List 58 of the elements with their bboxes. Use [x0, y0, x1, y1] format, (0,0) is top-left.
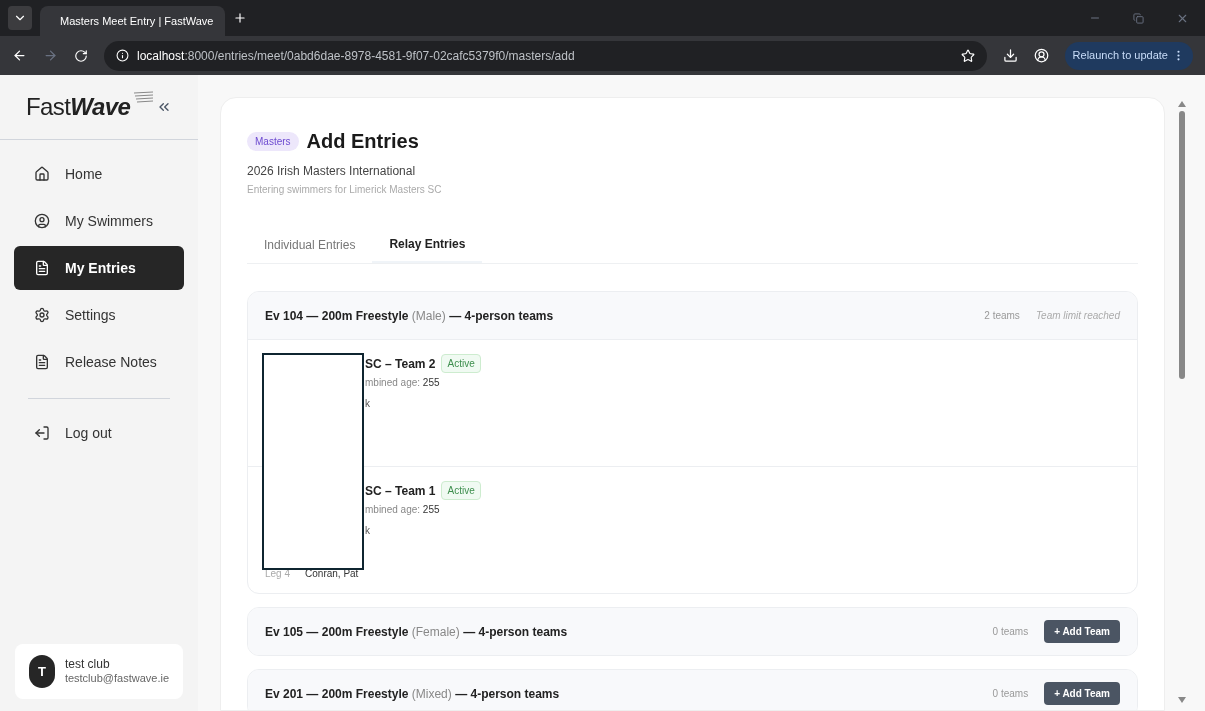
url-text: localhost:8000/entries/meet/0abd6dae-8978-4581-9f07-02cafc5379f0/masters/add [137, 47, 576, 65]
user-email: testclub@fastwave.ie [64, 672, 169, 686]
browser-tab[interactable]: Masters Meet Entry | FastWave [40, 6, 225, 36]
user-name: test club [64, 657, 111, 673]
user-card[interactable]: T test club testclub@fastwave.ie [15, 644, 183, 699]
status-badge: Active [441, 354, 481, 373]
swimmer-fragment: k [365, 524, 371, 538]
logout-link[interactable]: Log out [14, 413, 184, 453]
scroll-down-icon[interactable] [1178, 697, 1186, 703]
bookmark-star-icon[interactable] [960, 48, 975, 63]
gear-icon [34, 307, 50, 323]
event-title: Ev 105 — 200m Freestyle (Female) — 4-person teams [265, 623, 568, 641]
relaunch-button[interactable]: Relaunch to update [1064, 41, 1193, 70]
swimmer-fragment: k [365, 397, 371, 411]
club-note: Entering swimmers for Limerick Masters SC [247, 183, 443, 197]
page-title: Add Entries [306, 129, 419, 154]
restore-icon[interactable] [1133, 12, 1144, 24]
info-icon [116, 49, 129, 62]
limit-note: Team limit reached [1035, 309, 1120, 323]
team-name: SC – Team 1 [365, 482, 436, 500]
nav-item[interactable]: Settings [14, 293, 184, 337]
nav-item[interactable]: My Swimmers [14, 199, 184, 243]
document-icon [34, 260, 50, 276]
add-team-button[interactable]: + Add Team [1044, 682, 1120, 705]
team-name: SC – Team 2 [365, 355, 436, 373]
logout-icon [34, 425, 50, 441]
status-badge: Active [441, 481, 481, 500]
forward-icon[interactable] [43, 48, 58, 63]
new-tab-icon[interactable] [233, 11, 247, 25]
document-icon [34, 354, 50, 370]
download-icon[interactable] [1002, 48, 1018, 63]
team-count: 0 teams [992, 625, 1029, 639]
team-count: 0 teams [992, 687, 1029, 701]
team-count: 2 teams [984, 309, 1020, 323]
address-bar[interactable]: localhost:8000/entries/meet/0abd6dae-8978-4581-9f07-02cafc5379f0/masters/add [104, 40, 987, 71]
event-title: Ev 104 — 200m Freestyle (Male) — 4-person teams [265, 307, 554, 325]
combined-age: mbined age: 255 [365, 503, 441, 517]
avatar: T [29, 655, 55, 688]
back-icon[interactable] [12, 48, 27, 63]
scroll-up-icon[interactable] [1178, 101, 1186, 107]
nav-item[interactable]: My Entries [14, 246, 184, 290]
add-team-button[interactable]: + Add Team [1044, 620, 1120, 643]
user-icon [34, 213, 50, 229]
logo: FastWave [26, 89, 155, 125]
tab-list-button[interactable] [8, 6, 32, 30]
combined-age: mbined age: 255 [365, 376, 441, 390]
nav-item[interactable]: Release Notes [14, 340, 184, 384]
home-icon [34, 166, 50, 182]
tab-title: Masters Meet Entry | FastWave [60, 13, 214, 29]
category-badge: Masters [247, 131, 299, 151]
event-title: Ev 201 — 200m Freestyle (Mixed) — 4-person teams [265, 685, 560, 703]
profile-icon[interactable] [1033, 48, 1049, 63]
nav-item[interactable]: Home [14, 152, 184, 196]
tab[interactable]: Individual Entries [247, 227, 373, 263]
tab[interactable]: Relay Entries [372, 227, 483, 263]
meet-name: 2026 Irish Masters International [247, 163, 417, 180]
wave-lines-icon [132, 91, 155, 105]
reload-icon[interactable] [74, 48, 88, 63]
